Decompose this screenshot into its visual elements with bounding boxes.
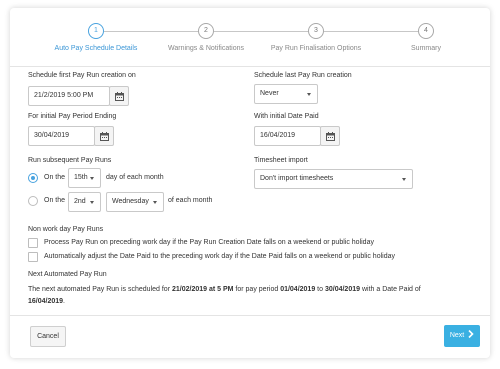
chevron-down-icon	[90, 201, 94, 204]
option1-prefix: On the	[44, 174, 66, 181]
calendar-icon	[326, 132, 335, 141]
step-number: 1	[88, 23, 104, 39]
weekday-select[interactable]: Wednesday	[106, 192, 164, 212]
summary-period-end: 30/04/2019	[324, 286, 361, 293]
summary-date-paid: 16/04/2019	[28, 298, 64, 305]
option2-suffix: of each month	[168, 197, 213, 204]
adjust-date-paid-checkbox[interactable]	[28, 252, 38, 262]
step-2[interactable]: 2 Warnings & Notifications	[146, 23, 266, 52]
chevron-right-icon	[468, 329, 474, 339]
last-creation-select[interactable]: Never	[254, 84, 318, 104]
summary-text: .	[63, 298, 65, 305]
summary-text: for pay period	[233, 286, 281, 293]
pay-schedule-dialog: 1 Auto Pay Schedule Details 2 Warnings &…	[10, 8, 490, 358]
date-paid-input[interactable]: 16/04/2019	[254, 126, 321, 146]
step-label: Warnings & Notifications	[168, 45, 244, 52]
period-ending-label: For initial Pay Period Ending	[28, 113, 117, 120]
summary-text: with a Date Paid of	[360, 286, 421, 293]
option2-prefix: On the	[44, 197, 66, 204]
calendar-icon	[100, 132, 109, 141]
last-creation-label: Schedule last Pay Run creation	[254, 72, 352, 79]
wizard-stepper: 1 Auto Pay Schedule Details 2 Warnings &…	[10, 8, 490, 64]
step-3[interactable]: 3 Pay Run Finalisation Options	[256, 23, 376, 52]
process-preceding-label: Process Pay Run on preceding work day if…	[44, 239, 374, 246]
timesheet-label: Timesheet import	[254, 157, 308, 164]
chevron-down-icon	[402, 178, 406, 181]
next-button-label: Next	[449, 332, 465, 339]
period-ending-calendar-button[interactable]	[94, 126, 114, 146]
timesheet-value: Don't import timesheets	[260, 175, 334, 182]
period-ending-input[interactable]: 30/04/2019	[28, 126, 95, 146]
summary-text: The next automated Pay Run is scheduled …	[28, 286, 172, 293]
next-run-heading: Next Automated Pay Run	[28, 271, 107, 278]
subsequent-label: Run subsequent Pay Runs	[28, 157, 112, 164]
summary-creation: 21/02/2019 at 5 PM	[171, 286, 234, 293]
monthly-weekday-radio[interactable]	[28, 196, 38, 206]
calendar-icon	[115, 92, 124, 101]
first-creation-input[interactable]: 21/2/2019 5:00 PM	[28, 86, 110, 106]
header-divider	[10, 66, 490, 67]
summary-text: to	[315, 286, 325, 293]
step-1[interactable]: 1 Auto Pay Schedule Details	[36, 23, 156, 52]
chevron-down-icon	[307, 93, 311, 96]
non-work-day-label: Non work day Pay Runs	[28, 226, 104, 233]
footer-divider	[10, 315, 490, 316]
option1-suffix: day of each month	[106, 174, 164, 181]
step-label: Summary	[411, 45, 441, 52]
step-label: Auto Pay Schedule Details	[54, 45, 138, 52]
step-number: 3	[308, 23, 324, 39]
week-ordinal-value: 2nd	[74, 198, 86, 205]
day-of-month-select[interactable]: 15th	[68, 168, 101, 188]
next-button[interactable]: Next	[444, 325, 480, 347]
first-creation-label: Schedule first Pay Run creation on	[28, 72, 136, 79]
date-paid-calendar-button[interactable]	[320, 126, 340, 146]
first-creation-calendar-button[interactable]	[109, 86, 129, 106]
step-number: 2	[198, 23, 214, 39]
summary-period-start: 01/04/2019	[280, 286, 316, 293]
step-label: Pay Run Finalisation Options	[270, 45, 362, 52]
step-4[interactable]: 4 Summary	[366, 23, 486, 52]
date-paid-label: With initial Date Paid	[254, 113, 319, 120]
step-number: 4	[418, 23, 434, 39]
next-run-summary: The next automated Pay Run is scheduled …	[28, 284, 468, 308]
timesheet-select[interactable]: Don't import timesheets	[254, 169, 413, 189]
process-preceding-checkbox[interactable]	[28, 238, 38, 248]
day-of-month-value: 15th	[74, 174, 88, 181]
chevron-down-icon	[90, 177, 94, 180]
weekday-value: Wednesday	[112, 198, 149, 205]
chevron-down-icon	[153, 201, 157, 204]
week-ordinal-select[interactable]: 2nd	[68, 192, 101, 212]
cancel-button[interactable]: Cancel	[30, 326, 66, 347]
last-creation-value: Never	[260, 90, 279, 97]
adjust-date-paid-label: Automatically adjust the Date Paid to th…	[44, 253, 395, 260]
monthly-day-radio[interactable]	[28, 173, 38, 183]
